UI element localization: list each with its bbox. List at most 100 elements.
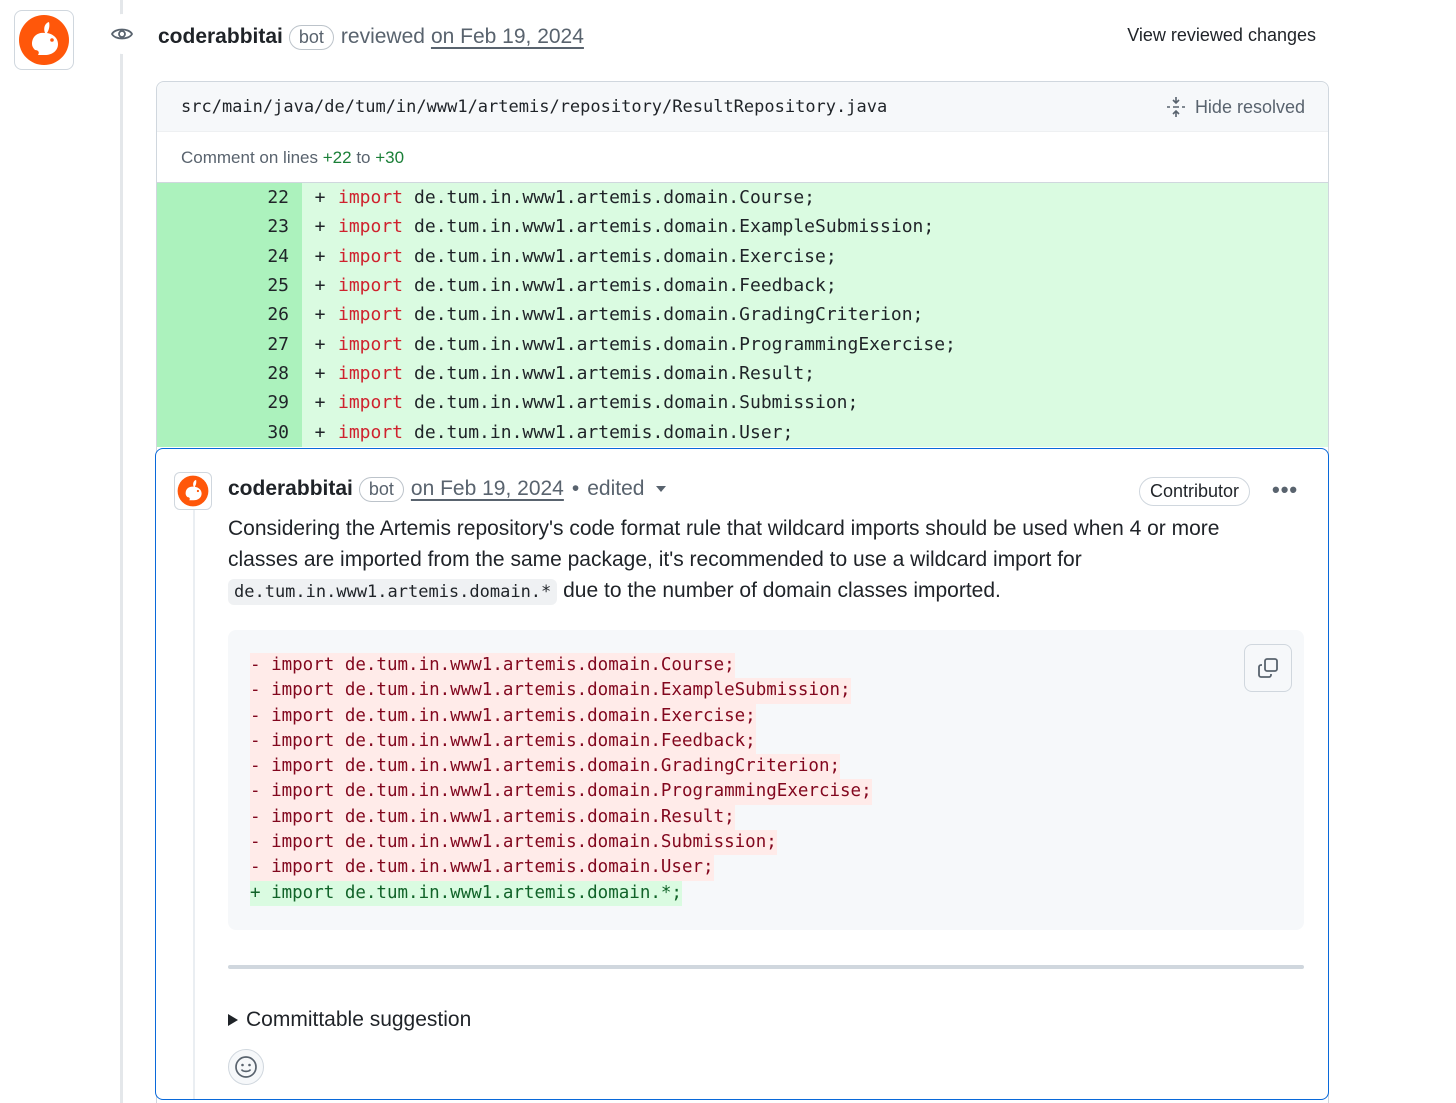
- suggestion-line-text: - import de.tum.in.www1.artemis.domain.U…: [250, 855, 714, 881]
- line-number[interactable]: 29: [157, 388, 302, 418]
- reviewer-avatar[interactable]: [14, 10, 74, 70]
- edited-dropdown[interactable]: edited: [587, 477, 667, 501]
- code-text: de.tum.in.www1.artemis.domain.ExampleSub…: [414, 216, 935, 238]
- bot-badge: bot: [288, 24, 334, 50]
- code-text: de.tum.in.www1.artemis.domain.Exercise;: [414, 245, 837, 267]
- diff-row: 23 + import de.tum.in.www1.artemis.domain.E…: [157, 212, 1328, 242]
- chevron-down-icon: [656, 486, 667, 492]
- line-number[interactable]: 30: [157, 417, 302, 447]
- diff-sign: +: [314, 392, 326, 414]
- committable-suggestion-toggle[interactable]: Committable suggestion: [228, 1008, 471, 1032]
- contributor-badge: Contributor: [1139, 477, 1251, 506]
- suggestion-code-block: - import de.tum.in.www1.artemis.domain.C…: [228, 630, 1304, 930]
- code-keyword: import: [338, 392, 404, 414]
- line-number[interactable]: 28: [157, 358, 302, 389]
- suggestion-line: - import de.tum.in.www1.artemis.domain.C…: [250, 653, 872, 679]
- suggestion-line-text: - import de.tum.in.www1.artemis.domain.S…: [250, 830, 777, 856]
- code-keyword: import: [338, 245, 404, 267]
- review-action: reviewed: [340, 25, 425, 48]
- code-keyword: import: [338, 421, 404, 443]
- copy-button[interactable]: [1244, 644, 1292, 692]
- suggestion-line: - import de.tum.in.www1.artemis.domain.F…: [250, 728, 872, 755]
- diff-row: 26 + import de.tum.in.www1.artemis.domain.G…: [157, 300, 1328, 330]
- code-text: de.tum.in.www1.artemis.domain.User;: [414, 421, 794, 443]
- review-date-link[interactable]: on Feb 19, 2024: [431, 25, 584, 49]
- range-to: to: [356, 148, 371, 167]
- comment-date-link[interactable]: on Feb 19, 2024: [411, 477, 564, 501]
- code-keyword: import: [338, 304, 404, 326]
- copy-icon: [1258, 658, 1278, 678]
- comment-body: Considering the Artemis repository's cod…: [228, 513, 1288, 608]
- suggestion-line-text: - import de.tum.in.www1.artemis.domain.E…: [250, 678, 851, 704]
- code-text: de.tum.in.www1.artemis.domain.Programmin…: [414, 333, 956, 355]
- diff-sign: +: [314, 187, 326, 209]
- code-keyword: import: [338, 187, 404, 209]
- line-number[interactable]: 24: [157, 241, 302, 271]
- line-number[interactable]: 22: [157, 183, 302, 213]
- suggestion-line: - import de.tum.in.www1.artemis.domain.S…: [250, 830, 872, 856]
- comment-author-link[interactable]: coderabbitai: [228, 477, 353, 501]
- diff-row: 22 + import de.tum.in.www1.artemis.domain.C…: [157, 183, 1328, 213]
- comment-options-menu[interactable]: •••: [1272, 477, 1298, 503]
- code-text: de.tum.in.www1.artemis.domain.Feedback;: [414, 275, 837, 297]
- suggestion-line: - import de.tum.in.www1.artemis.domain.U…: [250, 855, 872, 881]
- diff-row: 27 + import de.tum.in.www1.artemis.domain.P…: [157, 329, 1328, 359]
- line-number[interactable]: 23: [157, 212, 302, 242]
- file-header: src/main/java/de/tum/in/www1/artemis/rep…: [157, 82, 1328, 132]
- diff-row: 25 + import de.tum.in.www1.artemis.domain.F…: [157, 270, 1328, 301]
- edited-label: edited: [587, 477, 645, 500]
- suggestion-line: - import de.tum.in.www1.artemis.domain.E…: [250, 678, 872, 704]
- review-header: coderabbitai bot reviewed on Feb 19, 202…: [158, 22, 584, 52]
- diff-sign: +: [314, 245, 326, 267]
- code-text: de.tum.in.www1.artemis.domain.Course;: [414, 187, 815, 209]
- hide-resolved-button[interactable]: Hide resolved: [1165, 96, 1305, 118]
- diff-sign: +: [314, 333, 326, 355]
- line-number[interactable]: 25: [157, 270, 302, 301]
- range-start: +22: [322, 148, 352, 167]
- suggestion-line-text: + import de.tum.in.www1.artemis.domain.*…: [250, 880, 682, 906]
- diff-lines: 22 + import de.tum.in.www1.artemis.domain.C…: [157, 183, 1328, 447]
- comment-header: coderabbitai bot on Feb 19, 2024 • edite…: [228, 475, 667, 503]
- comment-range-prefix: Comment on lines: [181, 148, 319, 167]
- separator-dot: •: [571, 477, 580, 500]
- diff-row: 24 + import de.tum.in.www1.artemis.domain.E…: [157, 241, 1328, 271]
- review-comment: coderabbitai bot on Feb 19, 2024 • edite…: [155, 448, 1329, 1100]
- code-keyword: import: [338, 216, 404, 238]
- suggestion-line: - import de.tum.in.www1.artemis.domain.E…: [250, 703, 872, 729]
- divider: [228, 965, 1304, 969]
- line-number[interactable]: 26: [157, 300, 302, 330]
- suggestion-line-text: - import de.tum.in.www1.artemis.domain.E…: [250, 703, 756, 729]
- review-author-link[interactable]: coderabbitai: [158, 25, 283, 49]
- suggestion-line-text: - import de.tum.in.www1.artemis.domain.R…: [250, 804, 735, 831]
- comment-text-1: Considering the Artemis repository's cod…: [228, 517, 1220, 571]
- add-reaction-button[interactable]: [228, 1049, 264, 1085]
- suggestion-lines: - import de.tum.in.www1.artemis.domain.C…: [250, 653, 872, 906]
- code-keyword: import: [338, 275, 404, 297]
- comment-text-2: due to the number of domain classes impo…: [563, 579, 1001, 602]
- diff-row: 30 + import de.tum.in.www1.artemis.domain.U…: [157, 417, 1328, 447]
- range-end: +30: [375, 148, 405, 167]
- committable-suggestion-label: Committable suggestion: [246, 1008, 472, 1031]
- inline-code: de.tum.in.www1.artemis.domain.*: [228, 579, 558, 605]
- suggestion-line: - import de.tum.in.www1.artemis.domain.G…: [250, 754, 872, 780]
- comment-rail: [193, 509, 195, 1099]
- suggestion-line-text: - import de.tum.in.www1.artemis.domain.P…: [250, 779, 872, 805]
- diff-sign: +: [314, 304, 326, 326]
- code-keyword: import: [338, 362, 404, 384]
- line-number[interactable]: 27: [157, 329, 302, 359]
- suggestion-line-text: - import de.tum.in.www1.artemis.domain.C…: [250, 653, 735, 679]
- bot-badge: bot: [358, 476, 404, 502]
- diff-sign: +: [314, 275, 326, 297]
- file-path-link[interactable]: src/main/java/de/tum/in/www1/artemis/rep…: [181, 97, 887, 117]
- comment-range: Comment on lines +22 to +30: [157, 132, 1328, 183]
- view-reviewed-changes-button[interactable]: View reviewed changes: [1127, 25, 1316, 46]
- timeline-line: [120, 0, 123, 1103]
- code-text: de.tum.in.www1.artemis.domain.Result;: [414, 362, 815, 384]
- diff-row: 29 + import de.tum.in.www1.artemis.domain.S…: [157, 388, 1328, 418]
- code-text: de.tum.in.www1.artemis.domain.GradingCri…: [414, 304, 924, 326]
- diff-sign: +: [314, 216, 326, 238]
- diff-sign: +: [314, 362, 326, 384]
- comment-avatar[interactable]: [174, 472, 212, 510]
- fold-icon: [1166, 97, 1185, 117]
- coderabbit-avatar-icon: [19, 15, 69, 65]
